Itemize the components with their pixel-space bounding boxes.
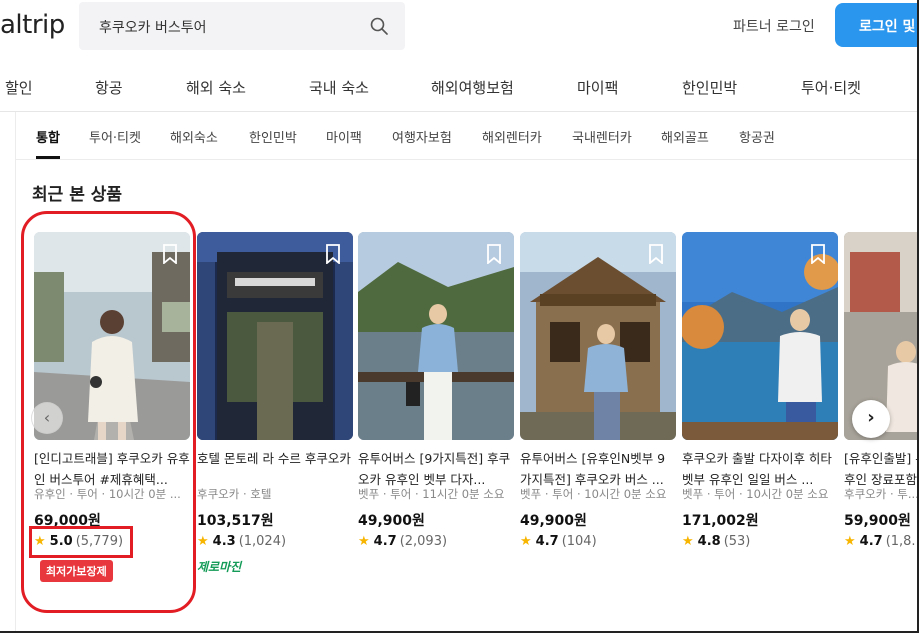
rating-score: 5.0 — [49, 534, 73, 549]
zero-margin-badge: 제로마진 — [197, 560, 242, 574]
star-icon: ★ — [358, 534, 370, 549]
product-price: 171,002원 — [682, 513, 759, 529]
review-count: (5,779) — [75, 534, 124, 549]
product-card[interactable]: 후쿠오카 출발 다자이후 히타 벳부 유후인 일일 버스 ... 벳푸 · 투어… — [682, 232, 838, 592]
product-title[interactable]: 유투어버스 [유후인N벳부 9가지특전] 후쿠오카 버스 ... — [520, 448, 676, 490]
product-price: 69,000원 — [34, 513, 101, 529]
tab-overseas-rentcar[interactable]: 해외렌터카 — [482, 127, 542, 146]
results-panel: 통합 투어·티켓 해외숙소 한인민박 마이팩 여행자보험 해외렌터카 국내렌터카… — [15, 112, 919, 631]
chevron-right-icon[interactable]: › — [852, 400, 890, 438]
active-tab-indicator — [36, 156, 60, 159]
top-nav-item-korean-minbak[interactable]: 한인민박 — [682, 77, 737, 98]
login-button[interactable]: 로그인 및 회원가입 — [835, 3, 917, 47]
chevron-left-icon[interactable]: ‹ — [31, 402, 63, 434]
star-icon: ★ — [197, 534, 209, 549]
top-nav-item-insurance[interactable]: 해외여행보험 — [431, 77, 514, 98]
star-icon: ★ — [682, 534, 694, 549]
tab-all[interactable]: 통합 — [36, 127, 60, 146]
product-rating: ★ 4.8 (53) — [682, 534, 750, 549]
top-nav-item-domestic-stay[interactable]: 국내 숙소 — [309, 77, 369, 98]
product-title[interactable]: 호텔 몬토레 라 수르 후쿠오카 — [197, 448, 353, 490]
tab-domestic-rentcar[interactable]: 국내렌터카 — [572, 127, 632, 146]
product-card[interactable]: 유투어버스 [유후인N벳부 9가지특전] 후쿠오카 버스 ... 벳푸 · 투어… — [520, 232, 676, 592]
top-nav-item-flights[interactable]: 항공 — [95, 77, 123, 98]
product-title[interactable]: 유투어버스 [9가지특전] 후쿠오카 유후인 벳부 다자... — [358, 448, 514, 490]
review-count: (2,093) — [399, 534, 448, 549]
star-icon: ★ — [520, 534, 532, 549]
search-bar[interactable]: 후쿠오카 버스투어 — [79, 2, 405, 50]
star-icon: ★ — [844, 534, 856, 549]
search-icon[interactable] — [369, 16, 389, 36]
product-meta: 벳푸 · 투어 · 11시간 0분 소요 — [358, 487, 505, 501]
bookmark-icon[interactable] — [162, 244, 178, 264]
review-count: (1,024) — [238, 534, 287, 549]
top-nav-item-tour-ticket[interactable]: 투어·티켓 — [801, 77, 861, 98]
tab-travel-insurance[interactable]: 여행자보험 — [392, 127, 452, 146]
tab-overseas-golf[interactable]: 해외골프 — [661, 127, 709, 146]
rating-score: 4.7 — [373, 534, 397, 549]
product-price: 49,900원 — [358, 513, 425, 529]
review-count: (53) — [723, 534, 751, 549]
product-meta: 벳푸 · 투어 · 10시간 0분 소요 — [520, 487, 667, 501]
product-rating: ★ 4.7 (2,093) — [358, 534, 447, 549]
product-image[interactable] — [197, 232, 353, 440]
bookmark-icon[interactable] — [648, 244, 664, 264]
product-rating: ★ 4.7 (104) — [520, 534, 597, 549]
bookmark-icon[interactable] — [325, 244, 341, 264]
tab-tour-ticket[interactable]: 투어·티켓 — [89, 127, 141, 146]
top-nav-item-overseas-stay[interactable]: 해외 숙소 — [186, 77, 246, 98]
rating-score: 4.7 — [859, 534, 883, 549]
product-card[interactable]: 호텔 몬토레 라 수르 후쿠오카 후쿠오카 · 호텔 103,517원 ★ 4.3… — [197, 232, 353, 592]
section-title: 최근 본 상품 — [32, 185, 123, 205]
product-meta: 벳푸 · 투어 · 10시간 0분 소요 — [682, 487, 829, 501]
bookmark-icon[interactable] — [486, 244, 502, 264]
category-tabs: 통합 투어·티켓 해외숙소 한인민박 마이팩 여행자보험 해외렌터카 국내렌터카… — [16, 112, 917, 160]
rating-score: 4.8 — [697, 534, 721, 549]
page: altrip 후쿠오카 버스투어 파트너 로그인 로그인 및 회원가입 할인 항… — [0, 0, 919, 633]
rating-score: 4.3 — [212, 534, 236, 549]
tab-flights[interactable]: 항공권 — [739, 127, 775, 146]
logo[interactable]: altrip — [0, 10, 65, 40]
product-rating: ★ 5.0 (5,779) — [34, 534, 123, 549]
product-image[interactable] — [358, 232, 514, 440]
product-price: 103,517원 — [197, 513, 274, 529]
product-image[interactable] — [682, 232, 838, 440]
bookmark-icon[interactable] — [810, 244, 826, 264]
search-input[interactable]: 후쿠오카 버스투어 — [99, 17, 207, 37]
product-image[interactable] — [520, 232, 676, 440]
lowest-price-badge: 최저가보장제 — [40, 560, 113, 582]
top-nav-item-discount[interactable]: 할인 — [5, 77, 33, 98]
product-meta: 후쿠오카 · 호텔 — [197, 487, 272, 501]
product-rating: ★ 4.3 (1,024) — [197, 534, 286, 549]
product-card[interactable]: 유투어버스 [9가지특전] 후쿠오카 유후인 벳부 다자... 벳푸 · 투어 … — [358, 232, 514, 592]
product-price: 49,900원 — [520, 513, 587, 529]
product-rating: ★4.7(1,8... — [844, 534, 917, 549]
tab-korean-minbak[interactable]: 한인민박 — [249, 127, 297, 146]
tab-mypack[interactable]: 마이팩 — [326, 127, 362, 146]
product-meta: 유후인 · 투어 · 10시간 0분 ... — [34, 487, 181, 501]
product-price: 59,900원 — [844, 513, 911, 529]
header: altrip 후쿠오카 버스투어 파트너 로그인 로그인 및 회원가입 — [0, 0, 917, 56]
rating-score: 4.7 — [535, 534, 559, 549]
top-nav: 할인 항공 해외 숙소 국내 숙소 해외여행보험 마이팩 한인민박 투어·티켓 — [0, 62, 917, 112]
tab-overseas-stay[interactable]: 해외숙소 — [170, 127, 218, 146]
product-title[interactable]: [인디고트래블] 후쿠오카 유후인 버스투어 #제휴혜택... — [34, 448, 190, 490]
partner-login-link[interactable]: 파트너 로그인 — [733, 16, 815, 36]
star-icon: ★ — [34, 534, 46, 549]
product-title[interactable]: 후쿠오카 출발 다자이후 히타 벳부 유후인 일일 버스 ... — [682, 448, 838, 490]
product-meta: 후쿠오카 · 투... — [844, 487, 919, 501]
review-count: (1,8... — [885, 534, 917, 549]
top-nav-item-mypack[interactable]: 마이팩 — [577, 77, 618, 98]
review-count: (104) — [561, 534, 597, 549]
product-title[interactable]: [유후인출발] 유후인 장료포함5... — [844, 448, 917, 490]
